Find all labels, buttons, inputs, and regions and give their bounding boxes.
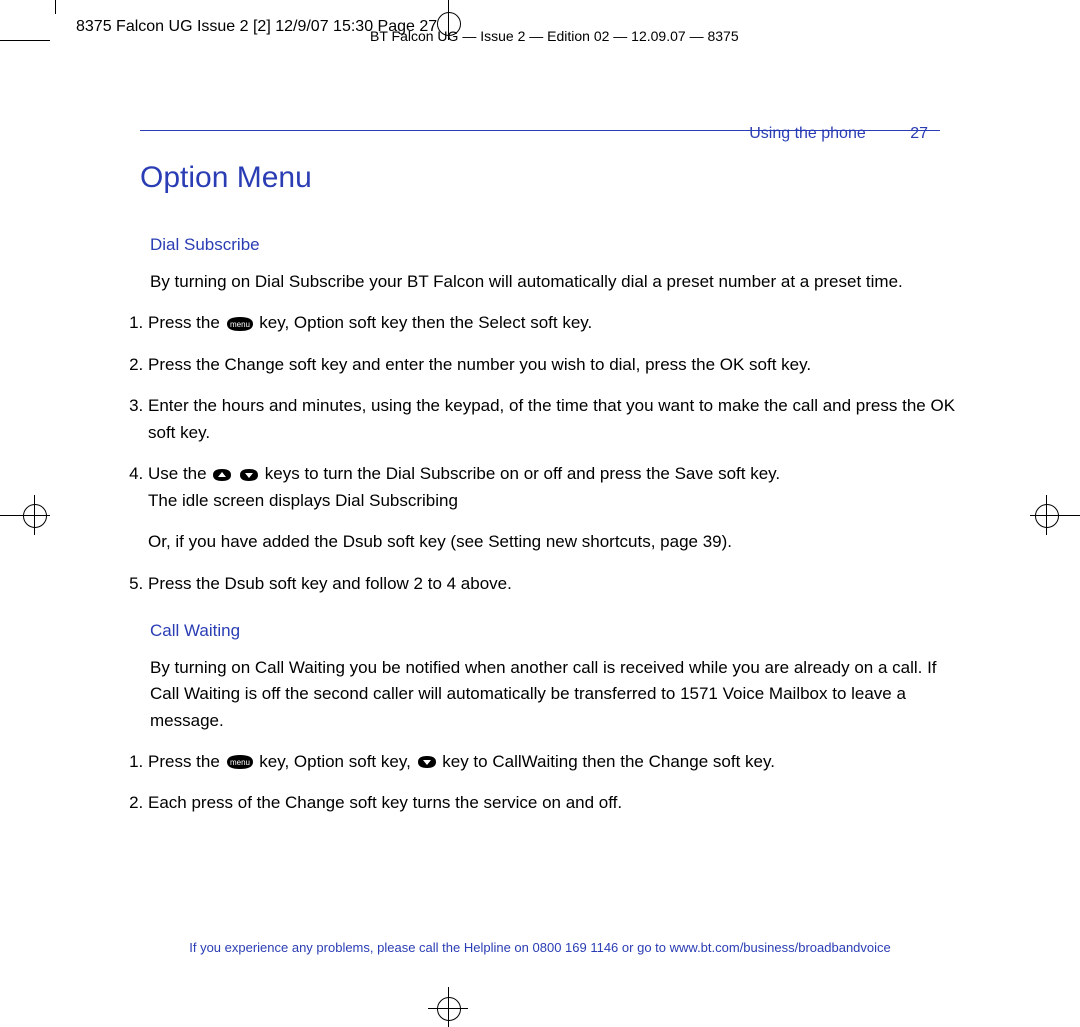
call-waiting-steps: Press the menu key, Option soft key, key… bbox=[112, 748, 980, 816]
page-body: Using the phone 27 Option Menu Dial Subs… bbox=[110, 130, 980, 830]
dial-subscribe-steps: Press the menu key, Option soft key then… bbox=[112, 309, 980, 597]
cw-step-1: Press the menu key, Option soft key, key… bbox=[148, 748, 970, 775]
step-2: Press the Change soft key and enter the … bbox=[148, 351, 970, 378]
up-key-icon bbox=[211, 467, 233, 483]
svg-text:menu: menu bbox=[230, 758, 250, 767]
section-name: Using the phone bbox=[749, 125, 866, 142]
doc-header: BT Falcon UG — Issue 2 — Edition 02 — 12… bbox=[370, 28, 739, 44]
svg-text:menu: menu bbox=[230, 320, 250, 329]
page-number: 27 bbox=[910, 125, 928, 142]
dial-subscribe-heading: Dial Subscribe bbox=[150, 235, 980, 255]
call-waiting-heading: Call Waiting bbox=[150, 621, 980, 641]
down-key-icon bbox=[238, 467, 260, 483]
running-head: Using the phone 27 bbox=[749, 125, 928, 143]
step-1: Press the menu key, Option soft key then… bbox=[148, 309, 970, 336]
step-5: Press the Dsub soft key and follow 2 to … bbox=[148, 570, 970, 597]
step-4: Use the keys to turn the Dial Subscribe … bbox=[148, 460, 970, 556]
call-waiting-intro: By turning on Call Waiting you be notifi… bbox=[150, 655, 960, 734]
down-key-icon bbox=[416, 754, 438, 770]
menu-key-icon: menu bbox=[225, 315, 255, 333]
page-title: Option Menu bbox=[140, 161, 980, 195]
menu-key-icon: menu bbox=[225, 753, 255, 771]
footer-help: If you experience any problems, please c… bbox=[0, 940, 1080, 955]
dial-subscribe-intro: By turning on Dial Subscribe your BT Fal… bbox=[150, 269, 960, 295]
cw-step-2: Each press of the Change soft key turns … bbox=[148, 789, 970, 816]
step-3: Enter the hours and minutes, using the k… bbox=[148, 392, 970, 446]
